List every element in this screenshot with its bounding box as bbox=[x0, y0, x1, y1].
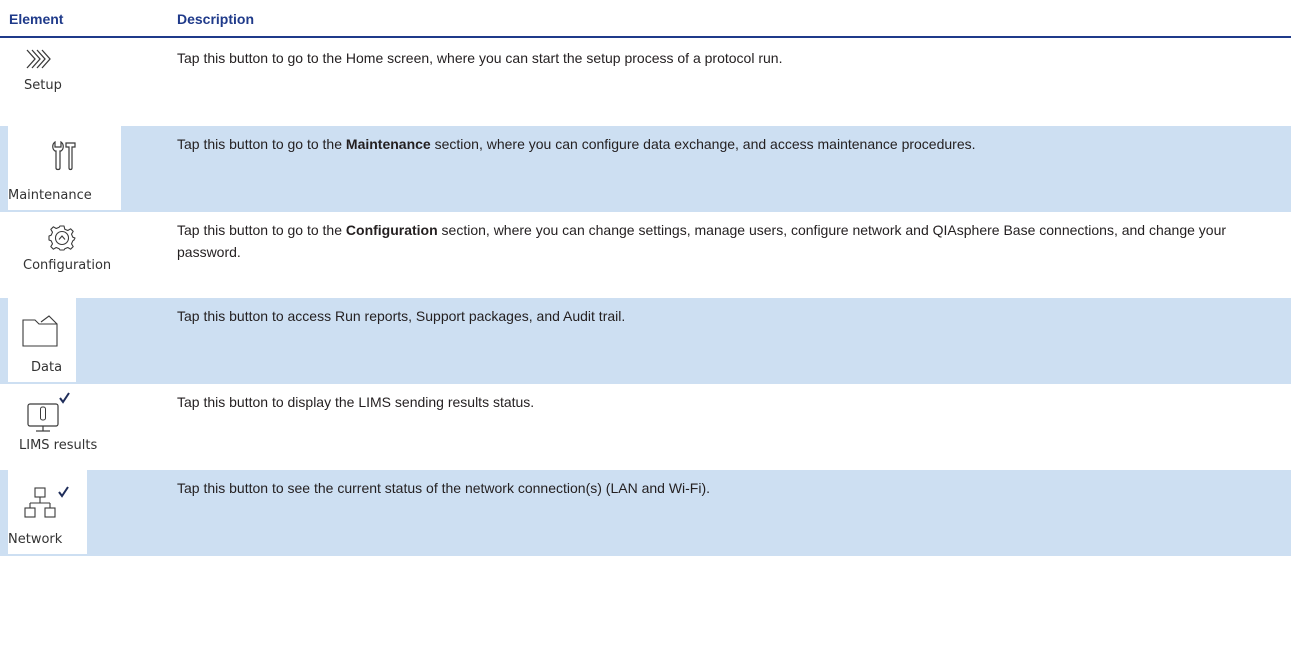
column-header-element: Element bbox=[9, 11, 64, 27]
column-header-description: Description bbox=[177, 11, 255, 27]
maintenance-button-label: Maintenance bbox=[8, 188, 92, 203]
monitor-check-icon bbox=[27, 392, 70, 432]
gear-icon bbox=[48, 225, 76, 251]
tools-icon bbox=[52, 140, 76, 171]
row-description: Tap this button to access Run reports, S… bbox=[177, 308, 626, 324]
data-button-label: Data bbox=[31, 360, 63, 375]
table-header: Element Description bbox=[0, 0, 1291, 38]
elements-table: Element Description Setup Tap this butto… bbox=[0, 0, 1291, 556]
network-button[interactable]: Network bbox=[8, 470, 87, 554]
table-row-network: Network Tap this button to see the curre… bbox=[0, 470, 1291, 556]
network-button-label: Network bbox=[8, 532, 63, 547]
configuration-button-label: Configuration bbox=[23, 258, 112, 273]
maintenance-button[interactable]: Maintenance bbox=[8, 126, 121, 210]
row-description: Tap this button to see the current statu… bbox=[177, 480, 711, 496]
table-row-data: Data Tap this button to access Run repor… bbox=[0, 298, 1291, 384]
folder-icon bbox=[22, 315, 58, 347]
chevrons-right-icon bbox=[26, 49, 51, 69]
row-description: Tap this button to go to the Configurati… bbox=[177, 222, 1227, 260]
data-button[interactable]: Data bbox=[8, 298, 76, 382]
table-row-maintenance: Maintenance Tap this button to go to the… bbox=[0, 126, 1291, 212]
table-row-configuration: Configuration Tap this button to go to t… bbox=[0, 212, 1291, 298]
lims-results-button-label: LIMS results bbox=[19, 438, 98, 453]
row-description: Tap this button to display the LIMS send… bbox=[177, 394, 535, 410]
table-row-lims-results: LIMS results Tap this button to display … bbox=[0, 384, 1291, 470]
network-check-icon bbox=[24, 486, 69, 518]
table-row-setup: Setup Tap this button to go to the Home … bbox=[0, 40, 1291, 126]
row-description: Tap this button to go to the Maintenance… bbox=[177, 136, 976, 152]
setup-button-label: Setup bbox=[24, 78, 62, 93]
row-description: Tap this button to go to the Home screen… bbox=[177, 50, 783, 66]
